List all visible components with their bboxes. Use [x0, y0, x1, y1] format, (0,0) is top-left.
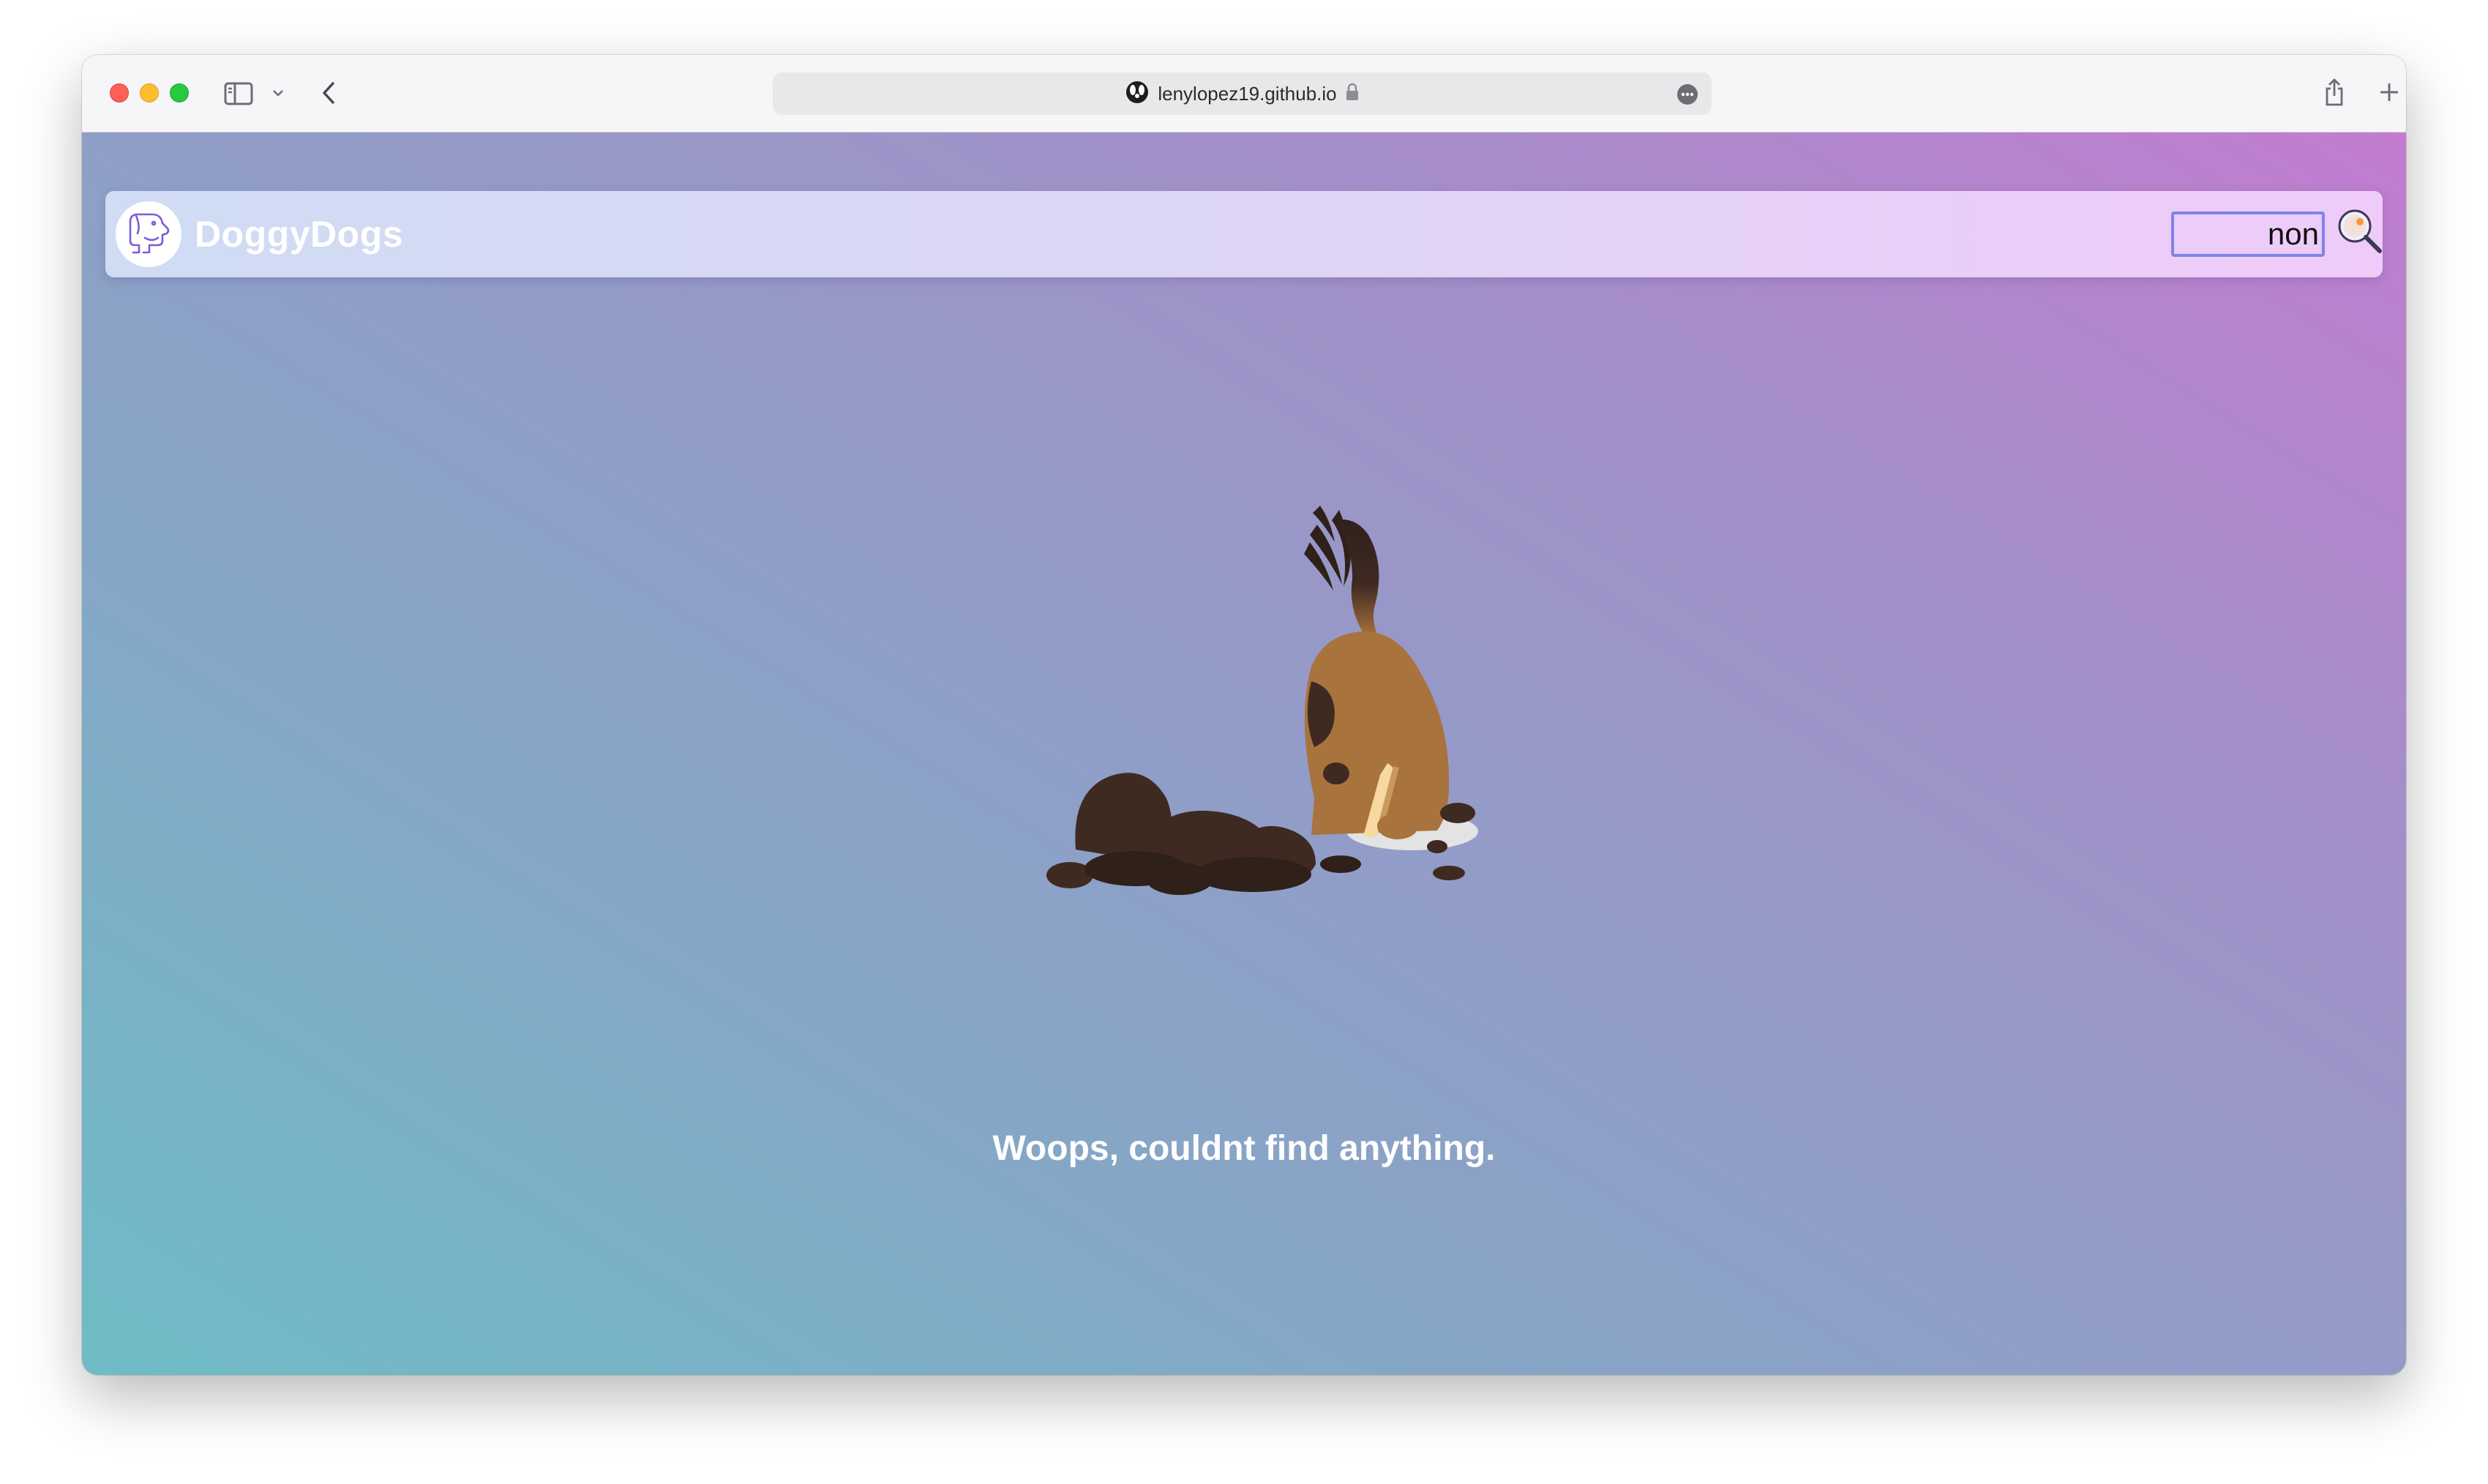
window-minimize-button[interactable]: [140, 83, 159, 102]
window-close-button[interactable]: [110, 83, 129, 102]
chevron-down-icon[interactable]: [271, 86, 285, 100]
app-navbar: DoggyDogs: [105, 191, 2383, 277]
browser-window: lenylopez19.github.io DoggyDogs non Woop…: [82, 55, 2406, 1375]
lock-icon: [1346, 83, 1359, 105]
browser-toolbar: lenylopez19.github.io: [82, 55, 2406, 132]
empty-state-message: Woops, couldnt find anything.: [992, 1129, 1496, 1168]
plus-icon[interactable]: [2377, 80, 2402, 105]
address-url: lenylopez19.github.io: [1158, 82, 1337, 105]
dog-logo-icon[interactable]: [116, 201, 181, 267]
brand-title[interactable]: DoggyDogs: [195, 191, 403, 277]
sidebar-icon[interactable]: [222, 79, 255, 108]
search-input[interactable]: [2171, 211, 2325, 257]
page-viewport: DoggyDogs non Woops, couldnt find anythi…: [82, 132, 2406, 1375]
address-bar[interactable]: lenylopez19.github.io: [773, 72, 1712, 115]
magnifier-icon: [2336, 207, 2384, 259]
dog-digging-illustration: [1033, 498, 1545, 926]
share-icon[interactable]: [2321, 75, 2348, 109]
search-button[interactable]: [2336, 207, 2384, 258]
more-icon[interactable]: [1676, 83, 1698, 109]
site-favicon-icon: [1125, 80, 1149, 108]
back-icon[interactable]: [318, 78, 340, 108]
window-zoom-button[interactable]: [170, 83, 189, 102]
